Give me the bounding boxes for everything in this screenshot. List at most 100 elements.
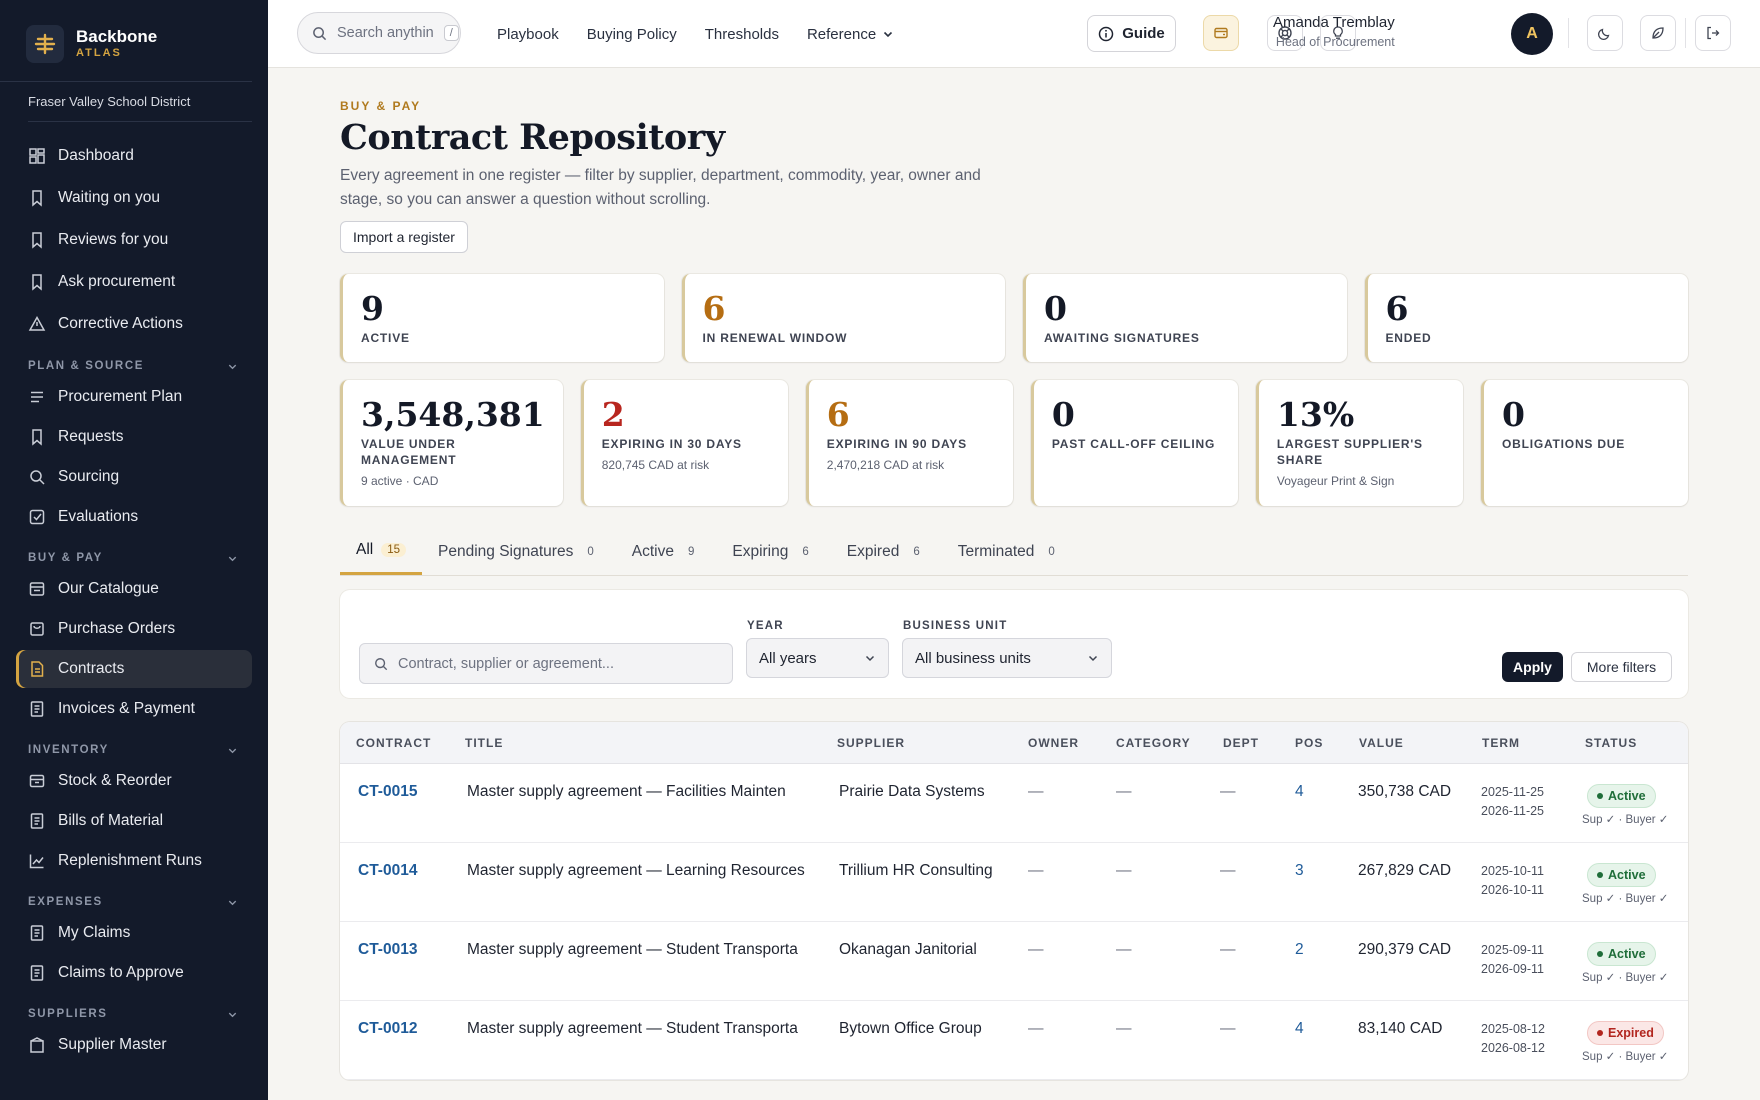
global-search-input[interactable]: Search anythin / [297, 12, 461, 54]
chevron-down-icon [228, 556, 237, 561]
contract-id-link[interactable]: CT-0014 [358, 862, 417, 880]
user-menu[interactable]: Amanda Tremblay Head of Procurement [1273, 14, 1395, 49]
supplier-icon [30, 1037, 44, 1053]
column-header-contract[interactable]: CONTRACT [356, 736, 431, 750]
po-count-link[interactable]: 4 [1295, 1020, 1304, 1038]
sidebar-item-evaluations[interactable]: Evaluations [16, 498, 252, 536]
avatar[interactable]: A [1511, 13, 1553, 55]
sidebar-item-label: My Claims [58, 924, 131, 941]
supplier-name[interactable]: Trillium HR Consulting [839, 862, 993, 880]
table-row[interactable]: CT-0014 Master supply agreement — Learni… [340, 843, 1688, 922]
sidebar-item-replenishment-runs[interactable]: Replenishment Runs [16, 842, 252, 880]
contract-id-link[interactable]: CT-0012 [358, 1020, 417, 1038]
sidebar-item-label: Invoices & Payment [58, 700, 195, 717]
year-select[interactable]: All years [746, 638, 889, 678]
tab-expired[interactable]: Expired 6 [831, 528, 942, 575]
column-header-supplier[interactable]: SUPPLIER [837, 736, 905, 750]
list-icon [31, 391, 43, 403]
main-content: BUY & PAY Contract Repository Every agre… [340, 68, 1689, 1080]
owner-value: — [1028, 783, 1044, 800]
sidebar-item-label: Reviews for you [58, 231, 169, 248]
po-count-link[interactable]: 4 [1295, 783, 1304, 801]
column-header-value[interactable]: VALUE [1359, 736, 1404, 750]
sidebar-item-corrective-actions[interactable]: Corrective Actions [16, 304, 252, 344]
info-icon [1098, 26, 1114, 41]
sidebar-item-ask-procurement[interactable]: Ask procurement [16, 262, 252, 302]
supplier-name[interactable]: Bytown Office Group [839, 1020, 982, 1038]
business-unit-select[interactable]: All business units [902, 638, 1112, 678]
page-description: Every agreement in one register — filter… [340, 167, 981, 208]
import-register-button[interactable]: Import a register [340, 221, 468, 253]
kpi-card-ended[interactable]: 6 ENDED [1364, 274, 1688, 362]
kpi-card-largest-supplier-s-share[interactable]: 13% LARGEST SUPPLIER'S SHARE Voyageur Pri… [1255, 380, 1463, 506]
contract-id-link[interactable]: CT-0015 [358, 783, 417, 801]
tab-active[interactable]: Active 9 [616, 528, 717, 575]
column-header-category[interactable]: CATEGORY [1116, 736, 1191, 750]
sidebar-section-expenses[interactable]: EXPENSES [28, 896, 238, 908]
column-header-title[interactable]: TITLE [465, 736, 503, 750]
sidebar-item-bills-of-material[interactable]: Bills of Material [16, 802, 252, 840]
kpi-card-active[interactable]: 9 ACTIVE [340, 274, 664, 362]
table-row[interactable]: CT-0013 Master supply agreement — Studen… [340, 922, 1688, 1001]
table-row[interactable]: CT-0012 Master supply agreement — Studen… [340, 1001, 1688, 1080]
warning-icon [28, 315, 46, 331]
sidebar-item-supplier-master[interactable]: Supplier Master [16, 1026, 252, 1064]
sidebar-item-stock-and-reorder[interactable]: Stock & Reorder [16, 762, 252, 800]
table-row[interactable]: CT-0015 Master supply agreement — Facili… [340, 764, 1688, 843]
kpi-card-awaiting-signatures[interactable]: 0 AWAITING SIGNATURES [1023, 274, 1347, 362]
sidebar-item-requests[interactable]: Requests [16, 418, 252, 456]
term-end: 2026-10-11 [1481, 883, 1545, 897]
more-filters-button[interactable]: More filters [1571, 652, 1672, 682]
apply-filters-button[interactable]: Apply [1502, 652, 1563, 682]
kpi-card-expiring-in-90-days[interactable]: 6 EXPIRING IN 90 DAYS 2,470,218 CAD at ri… [805, 380, 1013, 506]
po-count-link[interactable]: 3 [1295, 862, 1304, 880]
sidebar-item-waiting-on-you[interactable]: Waiting on you [16, 178, 252, 218]
top-link-buying-policy[interactable]: Buying Policy [587, 26, 677, 43]
contract-search-input[interactable]: Contract, supplier or agreement... [359, 643, 733, 684]
theme-toggle-button[interactable] [1587, 15, 1623, 51]
kpi-card-value-under-management[interactable]: 3,548,381 VALUE UNDER MANAGEMENT 9 active… [340, 380, 563, 506]
contract-search-placeholder: Contract, supplier or agreement... [398, 655, 614, 672]
tab-all[interactable]: All 15 [340, 528, 423, 575]
column-header-status[interactable]: STATUS [1585, 736, 1637, 750]
sidebar-item-my-claims[interactable]: My Claims [16, 914, 252, 952]
wallet-button[interactable] [1203, 15, 1239, 51]
tab-terminated[interactable]: Terminated 0 [942, 528, 1077, 575]
column-header-owner[interactable]: OWNER [1028, 736, 1079, 750]
logout-button[interactable] [1695, 15, 1731, 51]
sidebar-item-invoices-and-payment[interactable]: Invoices & Payment [16, 690, 252, 728]
sidebar-section-buy-and-pay[interactable]: BUY & PAY [28, 552, 238, 564]
kpi-card-in-renewal-window[interactable]: 6 IN RENEWAL WINDOW [681, 274, 1005, 362]
sidebar-item-purchase-orders[interactable]: Purchase Orders [16, 610, 252, 648]
tab-expiring[interactable]: Expiring 6 [716, 528, 830, 575]
column-header-dept[interactable]: DEPT [1223, 736, 1259, 750]
sidebar-item-reviews-for-you[interactable]: Reviews for you [16, 220, 252, 260]
sidebar-item-contracts[interactable]: Contracts [16, 650, 252, 688]
sidebar-section-inventory[interactable]: INVENTORY [28, 744, 238, 756]
year-filter-label: YEAR [747, 620, 784, 632]
supplier-name[interactable]: Prairie Data Systems [839, 783, 985, 801]
column-header-term[interactable]: TERM [1482, 736, 1520, 750]
kpi-card-past-call-off-ceiling[interactable]: 0 PAST CALL-OFF CEILING [1030, 380, 1238, 506]
brand[interactable]: Backbone ATLAS [0, 0, 252, 82]
kpi-card-obligations-due[interactable]: 0 OBLIGATIONS DUE [1480, 380, 1689, 506]
kpi-card-expiring-in-30-days[interactable]: 2 EXPIRING IN 30 DAYS 820,745 CAD at risk [580, 380, 788, 506]
sidebar-item-procurement-plan[interactable]: Procurement Plan [16, 378, 252, 416]
sidebar-item-sourcing[interactable]: Sourcing [16, 458, 252, 496]
supplier-name[interactable]: Okanagan Janitorial [839, 941, 977, 959]
po-count-link[interactable]: 2 [1295, 941, 1304, 959]
column-header-pos[interactable]: POS [1295, 736, 1323, 750]
sidebar-section-plan-and-source[interactable]: PLAN & SOURCE [28, 360, 238, 372]
tab-pending-signatures[interactable]: Pending Signatures 0 [422, 528, 616, 575]
sidebar-section-suppliers[interactable]: SUPPLIERS [28, 1008, 238, 1020]
top-link-thresholds[interactable]: Thresholds [705, 26, 779, 43]
top-link-playbook[interactable]: Playbook [497, 26, 559, 43]
top-link-reference[interactable]: Reference [807, 26, 894, 43]
guide-button[interactable]: Guide [1087, 15, 1176, 52]
sidebar-item-our-catalogue[interactable]: Our Catalogue [16, 570, 252, 608]
feedback-button[interactable] [1640, 15, 1676, 51]
sidebar-item-claims-to-approve[interactable]: Claims to Approve [16, 954, 252, 992]
sidebar-item-dashboard[interactable]: Dashboard [16, 136, 252, 176]
bookmark-icon [32, 429, 42, 446]
contract-id-link[interactable]: CT-0013 [358, 941, 417, 959]
